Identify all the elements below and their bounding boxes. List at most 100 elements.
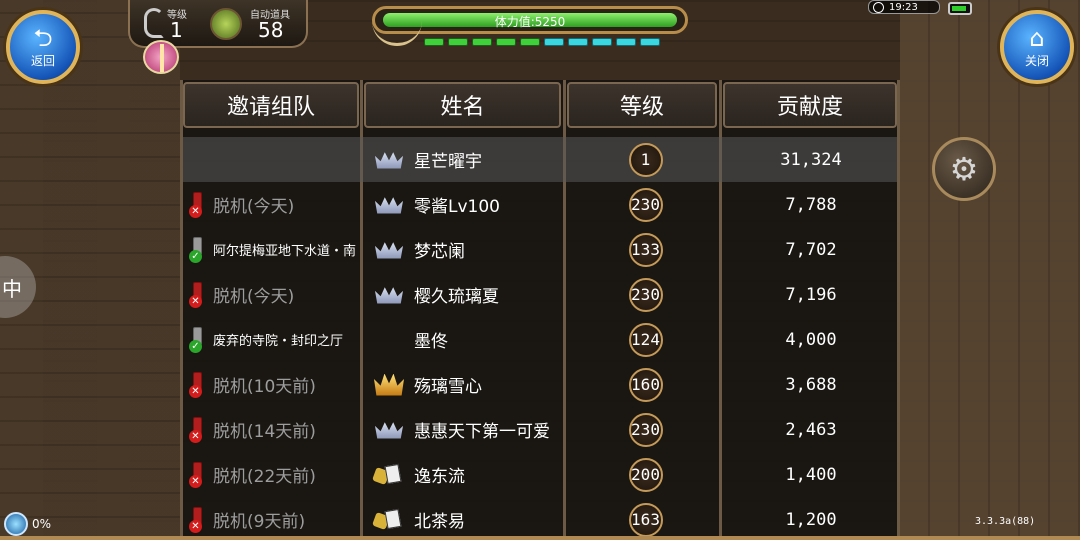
battery-icon bbox=[948, 2, 972, 15]
table-row[interactable]: ✕ 脱机(今天) 樱久琉璃夏 230 7,196 bbox=[183, 272, 897, 317]
version-label: 3.3.3a(88) bbox=[975, 516, 1036, 527]
member-name-cell[interactable]: 零酱Lv100 bbox=[364, 182, 566, 227]
status-text: 脱机(今天) bbox=[213, 287, 295, 307]
member-name-cell[interactable]: 惠惠天下第一可爱 bbox=[364, 407, 566, 452]
member-level-cell: 160 bbox=[569, 362, 722, 407]
close-button[interactable]: ⌂ 关闭 bbox=[1000, 10, 1074, 84]
status-text: 脱机(今天) bbox=[213, 197, 295, 217]
invite-status-cell[interactable] bbox=[183, 137, 361, 182]
gold-crown-shape bbox=[374, 373, 404, 396]
level-badge: 133 bbox=[628, 232, 663, 267]
silver-crown-shape bbox=[375, 287, 403, 304]
auto-item-value: 58 bbox=[258, 18, 284, 42]
invite-status-cell[interactable]: ✕ 脱机(今天) bbox=[183, 182, 361, 227]
invite-status-cell[interactable]: ✕ 脱机(今天) bbox=[183, 272, 361, 317]
gift-icon[interactable] bbox=[143, 40, 179, 74]
member-name: 北茶易 bbox=[414, 512, 465, 532]
silver-crown-shape bbox=[375, 152, 403, 169]
contribution-value: 4,000 bbox=[785, 329, 837, 350]
header-contribution[interactable]: 贡献度 bbox=[723, 82, 897, 128]
cross-icon: ✕ bbox=[189, 294, 202, 308]
member-name-cell[interactable]: 樱久琉璃夏 bbox=[364, 272, 566, 317]
level-badge: 230 bbox=[628, 187, 663, 222]
tools-shape bbox=[372, 508, 404, 532]
energy-segment bbox=[496, 38, 516, 46]
contribution-value: 2,463 bbox=[785, 419, 837, 440]
offline-phone-icon: ✕ bbox=[189, 191, 209, 218]
invite-status-cell[interactable]: ✕ 脱机(10天前) bbox=[183, 362, 361, 407]
member-name-cell[interactable]: 梦芯阑 bbox=[364, 227, 566, 272]
table-row[interactable]: ✕ 脱机(10天前) 殇璃雪心 160 3,688 bbox=[183, 362, 897, 407]
energy-segments bbox=[424, 38, 660, 46]
cross-icon: ✕ bbox=[189, 384, 202, 398]
status-text: 脱机(9天前) bbox=[213, 512, 306, 532]
cross-icon: ✕ bbox=[189, 204, 202, 218]
invite-status-cell[interactable]: ✕ 脱机(14天前) bbox=[183, 407, 361, 452]
invite-status-cell[interactable]: ✕ 脱机(22天前) bbox=[183, 452, 361, 497]
member-name-cell[interactable]: 墨佟 bbox=[364, 317, 566, 362]
member-name: 星芒曜宇 bbox=[414, 152, 482, 172]
status-text: 阿尔提梅亚地下水道・南 bbox=[213, 244, 357, 259]
table-row[interactable]: ✕ 脱机(22天前) 逸东流 200 1,400 bbox=[183, 452, 897, 497]
member-name-cell[interactable]: 逸东流 bbox=[364, 452, 566, 497]
header-invite-party[interactable]: 邀请组队 bbox=[183, 82, 359, 128]
invite-status-cell[interactable]: ✓ 废弃的寺院・封印之厅 bbox=[183, 317, 361, 362]
note-shape bbox=[384, 463, 402, 484]
energy-segment bbox=[424, 38, 444, 46]
hook-icon bbox=[144, 8, 164, 38]
member-level-cell: 124 bbox=[569, 317, 722, 362]
check-icon: ✓ bbox=[189, 339, 202, 353]
home-icon: ⌂ bbox=[1029, 23, 1045, 52]
contribution-value: 7,788 bbox=[785, 194, 837, 215]
member-level-cell: 200 bbox=[569, 452, 722, 497]
silver-crown-shape bbox=[375, 242, 403, 259]
table-row[interactable]: 星芒曜宇 1 31,324 bbox=[183, 137, 897, 182]
member-level-cell: 163 bbox=[569, 497, 722, 540]
table-row[interactable]: ✕ 脱机(今天) 零酱Lv100 230 7,788 bbox=[183, 182, 897, 227]
level-badge: 163 bbox=[628, 502, 663, 537]
member-level-cell: 1 bbox=[569, 137, 722, 182]
energy-segment bbox=[472, 38, 492, 46]
energy-segment bbox=[520, 38, 540, 46]
table-row[interactable]: ✕ 脱机(9天前) 北茶易 163 1,200 bbox=[183, 497, 897, 540]
header-level[interactable]: 等级 bbox=[567, 82, 717, 128]
table-row[interactable]: ✓ 废弃的寺院・封印之厅 墨佟 124 4,000 bbox=[183, 317, 897, 362]
silver-crown-icon bbox=[372, 282, 406, 308]
level-badge: 160 bbox=[628, 367, 663, 402]
member-name-cell[interactable]: 北茶易 bbox=[364, 497, 566, 540]
rank-icon-empty bbox=[372, 327, 406, 353]
back-button[interactable]: ⮌ 返回 bbox=[6, 10, 80, 84]
table-row[interactable]: ✓ 阿尔提梅亚地下水道・南 梦芯阑 133 7,702 bbox=[183, 227, 897, 272]
globe-icon[interactable] bbox=[4, 512, 28, 536]
offline-phone-icon: ✕ bbox=[189, 416, 209, 443]
settings-button[interactable]: ⚙ bbox=[932, 137, 996, 201]
member-name: 殇璃雪心 bbox=[414, 377, 482, 397]
tools-icon bbox=[372, 462, 406, 488]
level-badge: 200 bbox=[628, 457, 663, 492]
download-progress: 0% bbox=[4, 512, 51, 536]
member-name-cell[interactable]: 殇璃雪心 bbox=[364, 362, 566, 407]
contribution-value: 1,400 bbox=[785, 464, 837, 485]
invite-status-cell[interactable]: ✕ 脱机(9天前) bbox=[183, 497, 361, 540]
member-name: 逸东流 bbox=[414, 467, 465, 487]
background-wall-right bbox=[900, 0, 1080, 540]
gold-crown-icon bbox=[372, 372, 406, 398]
offline-phone-icon: ✕ bbox=[189, 461, 209, 488]
status-text: 脱机(10天前) bbox=[213, 377, 316, 397]
silver-crown-shape bbox=[375, 197, 403, 214]
tools-icon bbox=[372, 507, 406, 533]
frog-item-icon[interactable] bbox=[210, 8, 242, 40]
status-text: 废弃的寺院・封印之厅 bbox=[213, 334, 344, 349]
energy-segment bbox=[544, 38, 564, 46]
member-name-cell[interactable]: 星芒曜宇 bbox=[364, 137, 566, 182]
invite-status-cell[interactable]: ✓ 阿尔提梅亚地下水道・南 bbox=[183, 227, 361, 272]
header-name[interactable]: 姓名 bbox=[364, 82, 561, 128]
member-name: 樱久琉璃夏 bbox=[414, 287, 499, 307]
contribution-value: 31,324 bbox=[780, 149, 842, 170]
table-row[interactable]: ✕ 脱机(14天前) 惠惠天下第一可爱 230 2,463 bbox=[183, 407, 897, 452]
energy-segment bbox=[568, 38, 588, 46]
offline-phone-icon: ✕ bbox=[189, 371, 209, 398]
member-level-cell: 230 bbox=[569, 182, 722, 227]
cross-icon: ✕ bbox=[189, 474, 202, 488]
silver-crown-icon bbox=[372, 237, 406, 263]
